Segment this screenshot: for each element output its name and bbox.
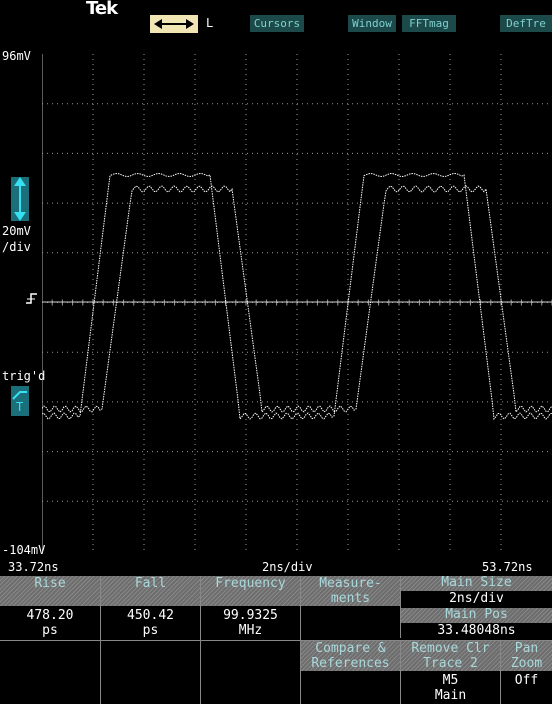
measurements-button[interactable]: Measure- ments — [301, 576, 401, 638]
trigger-status: trig'd — [2, 369, 46, 383]
vertical-arrow-icon — [14, 177, 26, 221]
menu-deftrace-button[interactable]: DefTre — [500, 15, 552, 32]
measurement-frequency-value: 99.9325 — [223, 608, 278, 623]
main-size-label: Main Size — [401, 576, 552, 591]
waveform-trace-main — [42, 173, 552, 421]
pan-zoom-button[interactable]: Pan Zoom Off — [501, 641, 552, 704]
trigger-arrow-icon — [12, 391, 27, 400]
time-end-label: 53.72ns — [482, 560, 533, 574]
measurement-frequency-label: Frequency — [201, 576, 300, 606]
top-voltage-label: 96mV — [2, 49, 31, 63]
pan-zoom-label: Pan Zoom — [501, 641, 552, 671]
pan-zoom-value: Off — [514, 673, 539, 688]
volts-per-div-unit: /div — [2, 240, 31, 254]
main-size-value: 2ns/div — [401, 591, 552, 606]
horizontal-mode-button[interactable] — [150, 15, 198, 33]
time-per-div-label: 2ns/div — [262, 560, 313, 574]
double-arrow-icon — [154, 19, 194, 29]
compare-references-label: Compare & References — [301, 641, 400, 671]
measurement-fall-value: 450.42 — [127, 608, 174, 623]
time-start-label: 33.72ns — [8, 560, 59, 574]
menu-fftmag-button[interactable]: FFTmag — [402, 15, 456, 32]
measurement-rise-value: 478.20 — [26, 608, 74, 623]
menu-window-button[interactable]: Window — [348, 15, 396, 32]
menu-cursors-button[interactable]: Cursors — [250, 15, 304, 32]
trigger-marker-label: T — [16, 400, 24, 414]
compare-references-button[interactable]: Compare & References — [301, 641, 401, 704]
measurements-button-label: Measure- ments — [301, 576, 400, 606]
main-pos-control[interactable]: Main Pos 33.48048ns — [401, 608, 552, 640]
tek-logo: Tek — [86, 0, 118, 19]
waveform-display[interactable] — [42, 54, 552, 551]
remove-clear-label: Remove Clr Trace 2 — [401, 641, 500, 671]
measurement-frequency-unit: MHz — [238, 623, 263, 638]
measurement-fall-label: Fall — [101, 576, 200, 606]
volts-per-div-value: 20mV — [2, 224, 31, 238]
remove-clear-value: M5 Main — [434, 673, 467, 703]
main-pos-value: 33.48048ns — [401, 623, 552, 638]
main-size-control[interactable]: Main Size 2ns/div — [401, 576, 552, 608]
horizontal-mode-suffix: L — [206, 16, 214, 30]
bottom-voltage-label: -104mV — [2, 543, 46, 557]
trigger-position-marker[interactable]: T — [11, 386, 29, 416]
measurement-fall-unit: ps — [142, 623, 159, 638]
remove-clear-trace-button[interactable]: Remove Clr Trace 2 M5 Main — [401, 641, 501, 704]
main-pos-label: Main Pos — [401, 608, 552, 623]
measurement-rise-unit: ps — [42, 623, 58, 638]
trigger-level-icon — [24, 290, 40, 309]
vertical-scale-indicator[interactable] — [11, 177, 29, 221]
measurement-rise-label: Rise — [0, 576, 100, 606]
